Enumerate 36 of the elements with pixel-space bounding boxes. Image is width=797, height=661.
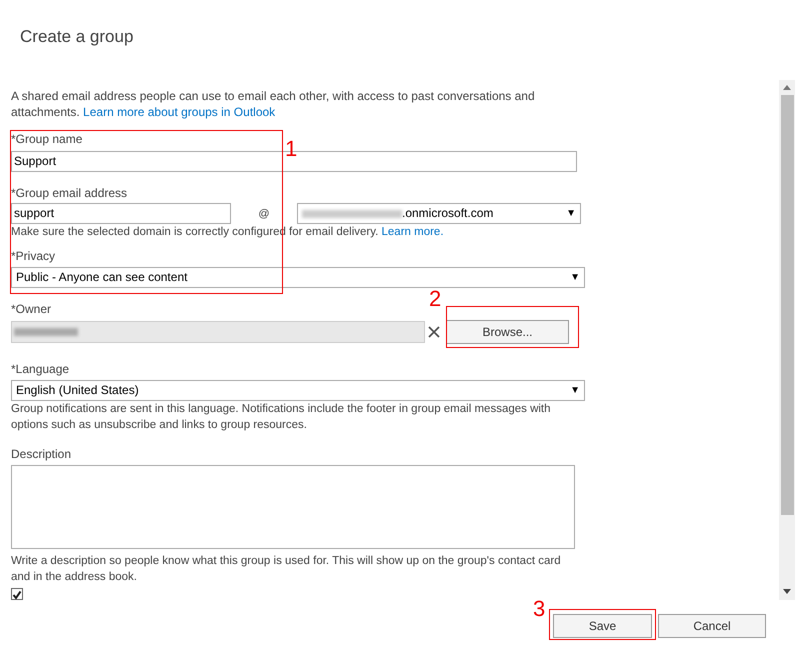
privacy-dropdown[interactable]: Public - Anyone can see content ▼ (11, 267, 585, 288)
dialog-title: Create a group (19, 26, 134, 48)
field-label: *Language (11, 362, 70, 377)
field-label: *Owner (11, 302, 52, 317)
dropdown-arrow: ▼ (566, 207, 576, 221)
language-hint-text: Group notifications are sent in this language. Notifications include the footer in group email messages with options such as unsubscribe and links to group resources. (11, 402, 552, 433)
at-sign: @ (257, 208, 271, 220)
learn-more-link[interactable]: Learn more. (382, 226, 444, 238)
field-label: Description (11, 447, 72, 462)
domain-dropdown[interactable]: .onmicrosoft.com ▼ (297, 203, 581, 224)
redacted-text-block (14, 328, 78, 336)
close-icon[interactable] (428, 326, 440, 338)
annotation-number: 2 (429, 288, 442, 310)
annotation-number: 3 (533, 598, 546, 620)
dropdown-value: Public - Anyone can see content (16, 269, 188, 286)
save-button[interactable]: Save (553, 614, 652, 638)
email-field[interactable]: support (11, 203, 231, 224)
dropdown-arrow: ▼ (570, 384, 580, 398)
cancel-button[interactable]: Cancel (658, 614, 766, 638)
scrollbar[interactable] (779, 80, 795, 600)
checkbox[interactable] (11, 588, 23, 600)
browse-button[interactable]: Browse... (446, 320, 569, 344)
description-field[interactable] (11, 465, 575, 549)
field-label: *Privacy (11, 249, 56, 264)
description-hint-text: Write a description so people know what this group is used for. This will show up on the group's contact card and in the address book. (11, 554, 562, 585)
field-label: *Group name (11, 132, 84, 147)
learn-more-link[interactable]: Learn more about groups in Outlook (83, 105, 276, 119)
scroll-up-icon[interactable] (783, 85, 791, 90)
language-dropdown[interactable]: English (United States) ▼ (11, 380, 585, 401)
dropdown-value: English (United States) (16, 382, 139, 399)
intro-text: A shared email address people can use to email each other, with access to past conversations and attachments. Learn more about groups in Outlook (11, 88, 536, 120)
field-label: *Group email address (11, 186, 128, 201)
scroll-down-icon[interactable] (783, 589, 791, 594)
dropdown-arrow: ▼ (570, 271, 580, 285)
domain-suffix: .onmicrosoft.com (402, 205, 494, 222)
owner-field[interactable] (11, 321, 425, 343)
